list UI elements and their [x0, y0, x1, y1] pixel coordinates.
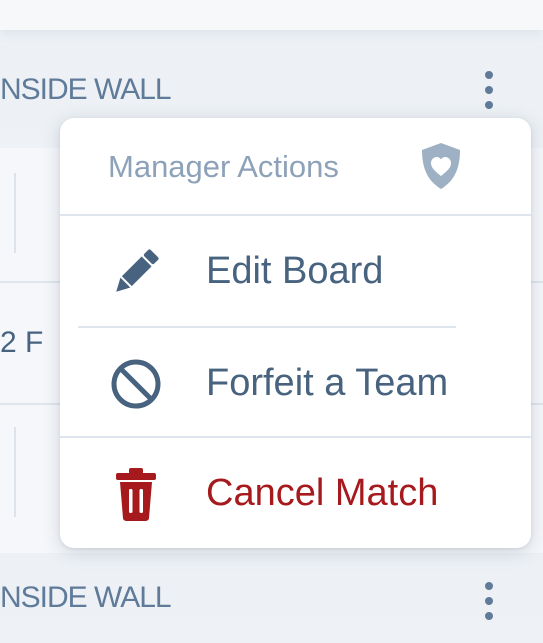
forfeit-team-menu-item[interactable]: Forfeit a Team: [60, 328, 531, 438]
row-divider-mark: [14, 173, 16, 253]
more-options-icon[interactable]: [469, 60, 509, 120]
ban-icon: [111, 359, 161, 409]
board-row-header: NSIDE WALL: [0, 553, 543, 623]
cancel-match-menu-item[interactable]: Cancel Match: [60, 438, 531, 548]
row-header-label: NSIDE WALL: [0, 581, 172, 614]
edit-board-label: Edit Board: [206, 250, 384, 292]
top-panel: [0, 0, 543, 30]
more-options-icon[interactable]: [469, 571, 509, 631]
edit-board-menu-item[interactable]: Edit Board: [60, 216, 531, 326]
forfeit-team-label: Forfeit a Team: [206, 362, 449, 404]
pencil-icon: [116, 249, 159, 292]
menu-header: Manager Actions: [60, 118, 531, 215]
row-divider-mark: [14, 427, 16, 517]
row-text: 2 F: [0, 326, 44, 359]
menu-title: Manager Actions: [108, 149, 339, 184]
trash-icon: [116, 468, 156, 521]
manager-actions-menu: Manager Actions Edit Board Forfeit a Tea…: [60, 118, 531, 548]
cancel-match-label: Cancel Match: [206, 472, 439, 514]
shield-heart-icon: [422, 143, 460, 189]
